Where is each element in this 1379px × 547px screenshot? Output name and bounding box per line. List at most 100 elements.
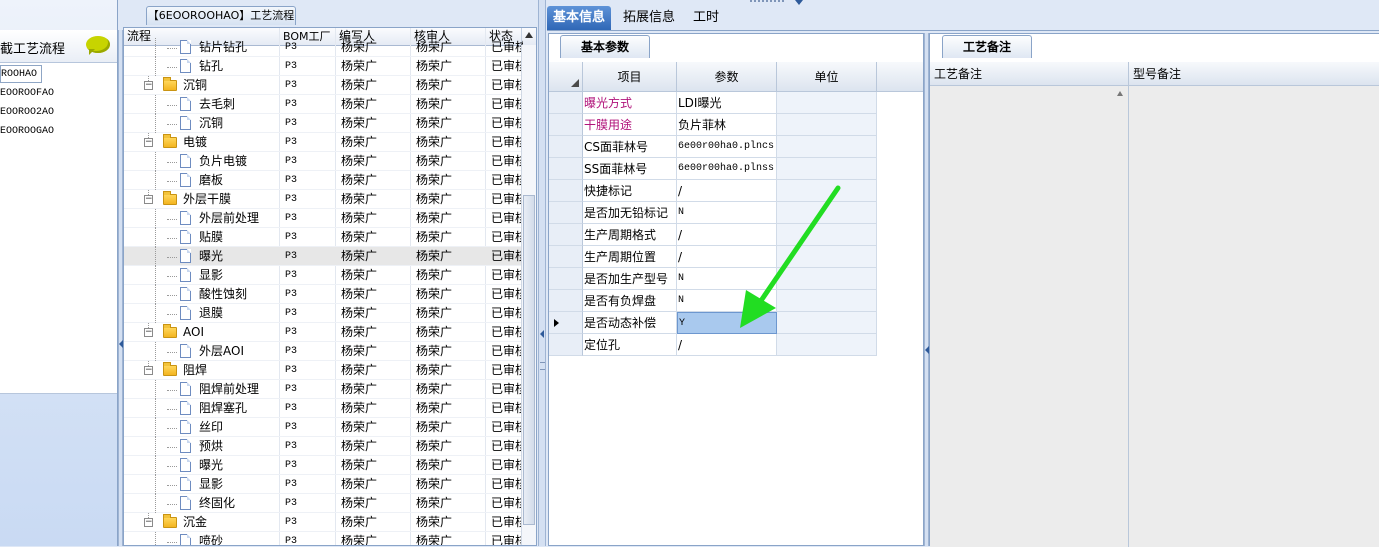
- list-item[interactable]: EOOROO2AO: [0, 104, 117, 122]
- model-notes-text[interactable]: [1129, 86, 1379, 547]
- param-row[interactable]: 曝光方式 LDI曝光: [549, 92, 923, 114]
- tree-row[interactable]: − 外层干膜 P3 杨荣广 杨荣广 已审核: [124, 190, 523, 209]
- row-indicator[interactable]: [549, 290, 583, 312]
- tree-row[interactable]: 终固化 P3 杨荣广 杨荣广 已审核: [124, 494, 523, 513]
- param-value[interactable]: N: [677, 290, 777, 312]
- collapse-node-icon[interactable]: −: [144, 328, 153, 337]
- param-row[interactable]: 是否加无铅标记 N: [549, 202, 923, 224]
- param-value[interactable]: Y: [677, 312, 777, 334]
- tab-basic-params[interactable]: 基本参数: [560, 35, 650, 58]
- middle-splitter[interactable]: [538, 0, 546, 546]
- param-unit[interactable]: [777, 246, 877, 268]
- chat-bubble-icon[interactable]: [86, 36, 110, 55]
- tree-row[interactable]: 喷砂 P3 杨荣广 杨荣广 已审核: [124, 532, 523, 545]
- row-indicator[interactable]: [549, 136, 583, 158]
- tree-row[interactable]: 曝光 P3 杨荣广 杨荣广 已审核: [124, 247, 523, 266]
- tab-basic-info[interactable]: 基本信息: [547, 6, 612, 30]
- tree-row[interactable]: − 电镀 P3 杨荣广 杨荣广 已审核: [124, 133, 523, 152]
- collapse-top-icon[interactable]: [795, 0, 803, 5]
- tree-row[interactable]: 阻焊前处理 P3 杨荣广 杨荣广 已审核: [124, 380, 523, 399]
- param-unit[interactable]: [777, 92, 877, 114]
- tree-row[interactable]: 磨板 P3 杨荣广 杨荣广 已审核: [124, 171, 523, 190]
- param-value[interactable]: 6e00r00ha0.plnss: [677, 158, 777, 180]
- param-unit[interactable]: [777, 136, 877, 158]
- row-indicator[interactable]: [549, 334, 583, 356]
- col-header-item[interactable]: 项目: [583, 62, 677, 92]
- param-row[interactable]: 生产周期位置 /: [549, 246, 923, 268]
- collapse-node-icon[interactable]: −: [144, 366, 153, 375]
- collapse-node-icon[interactable]: −: [144, 518, 153, 527]
- tree-row[interactable]: 退膜 P3 杨荣广 杨荣广 已审核: [124, 304, 523, 323]
- param-row[interactable]: 是否动态补偿 Y: [549, 312, 923, 334]
- tree-row[interactable]: 钻片钻孔 P3 杨荣广 杨荣广 已审核: [124, 38, 523, 57]
- param-value[interactable]: 负片菲林: [677, 114, 777, 136]
- scroll-up-icon[interactable]: [525, 32, 533, 38]
- col-header-unit[interactable]: 单位: [777, 62, 877, 92]
- tree-row[interactable]: 外层前处理 P3 杨荣广 杨荣广 已审核: [124, 209, 523, 228]
- collapse-node-icon[interactable]: −: [144, 195, 153, 204]
- param-value[interactable]: N: [677, 202, 777, 224]
- tree-row[interactable]: − 沉金 P3 杨荣广 杨荣广 已审核: [124, 513, 523, 532]
- param-unit[interactable]: [777, 224, 877, 246]
- row-indicator[interactable]: [549, 268, 583, 290]
- param-value[interactable]: LDI曝光: [677, 92, 777, 114]
- param-unit[interactable]: [777, 180, 877, 202]
- collapse-node-icon[interactable]: −: [144, 138, 153, 147]
- tab-work-hours[interactable]: 工时: [687, 6, 725, 30]
- row-indicator[interactable]: [549, 92, 583, 114]
- tree-row[interactable]: − AOI P3 杨荣广 杨荣广 已审核: [124, 323, 523, 342]
- param-unit[interactable]: [777, 158, 877, 180]
- param-value[interactable]: N: [677, 268, 777, 290]
- param-row[interactable]: 是否有负焊盘 N: [549, 290, 923, 312]
- param-unit[interactable]: [777, 312, 877, 334]
- list-item[interactable]: EOOROOFAO: [0, 85, 117, 103]
- param-value[interactable]: 6e00r00ha0.plncs: [677, 136, 777, 158]
- tree-row[interactable]: 阻焊塞孔 P3 杨荣广 杨荣广 已审核: [124, 399, 523, 418]
- tree-scrollbar[interactable]: [521, 32, 536, 545]
- row-indicator[interactable]: [549, 114, 583, 136]
- param-unit[interactable]: [777, 114, 877, 136]
- row-indicator[interactable]: [549, 224, 583, 246]
- param-row[interactable]: 定位孔 /: [549, 334, 923, 356]
- scroll-up-icon[interactable]: [1117, 91, 1123, 96]
- list-item[interactable]: ROOHAO: [0, 65, 42, 83]
- param-value[interactable]: /: [677, 224, 777, 246]
- row-indicator[interactable]: [549, 202, 583, 224]
- param-row[interactable]: 干膜用途 负片菲林: [549, 114, 923, 136]
- param-row[interactable]: 快捷标记 /: [549, 180, 923, 202]
- tree-row[interactable]: 酸性蚀刻 P3 杨荣广 杨荣广 已审核: [124, 285, 523, 304]
- tree-row[interactable]: − 沉铜 P3 杨荣广 杨荣广 已审核: [124, 76, 523, 95]
- param-value[interactable]: /: [677, 180, 777, 202]
- tree-row[interactable]: 贴膜 P3 杨荣广 杨荣广 已审核: [124, 228, 523, 247]
- param-value[interactable]: /: [677, 246, 777, 268]
- row-indicator[interactable]: [549, 180, 583, 202]
- param-value[interactable]: /: [677, 334, 777, 356]
- process-notes-text[interactable]: [930, 86, 1129, 547]
- param-row[interactable]: 生产周期格式 /: [549, 224, 923, 246]
- drag-grip-icon[interactable]: [750, 0, 784, 5]
- tree-row[interactable]: 外层AOI P3 杨荣广 杨荣广 已审核: [124, 342, 523, 361]
- param-unit[interactable]: [777, 268, 877, 290]
- list-item[interactable]: EOOROOGAO: [0, 123, 117, 141]
- row-indicator[interactable]: [549, 158, 583, 180]
- tree-row[interactable]: 显影 P3 杨荣广 杨荣广 已审核: [124, 475, 523, 494]
- tree-row[interactable]: 预烘 P3 杨荣广 杨荣广 已审核: [124, 437, 523, 456]
- row-indicator[interactable]: [549, 312, 583, 334]
- collapse-node-icon[interactable]: −: [144, 81, 153, 90]
- tab-extended-info[interactable]: 拓展信息: [617, 6, 681, 30]
- param-unit[interactable]: [777, 334, 877, 356]
- param-row[interactable]: CS面菲林号 6e00r00ha0.plncs: [549, 136, 923, 158]
- tree-row[interactable]: 沉铜 P3 杨荣广 杨荣广 已审核: [124, 114, 523, 133]
- tree-row[interactable]: − 阻焊 P3 杨荣广 杨荣广 已审核: [124, 361, 523, 380]
- tree-row[interactable]: 显影 P3 杨荣广 杨荣广 已审核: [124, 266, 523, 285]
- tree-row[interactable]: 曝光 P3 杨荣广 杨荣广 已审核: [124, 456, 523, 475]
- param-unit[interactable]: [777, 290, 877, 312]
- param-unit[interactable]: [777, 202, 877, 224]
- param-row[interactable]: 是否加生产型号 N: [549, 268, 923, 290]
- param-row[interactable]: SS面菲林号 6e00r00ha0.plnss: [549, 158, 923, 180]
- col-header-value[interactable]: 参数: [677, 62, 777, 92]
- scrollbar-thumb[interactable]: [523, 195, 535, 525]
- tree-row[interactable]: 负片电镀 P3 杨荣广 杨荣广 已审核: [124, 152, 523, 171]
- tab-process-notes[interactable]: 工艺备注: [942, 35, 1032, 58]
- tree-row[interactable]: 丝印 P3 杨荣广 杨荣广 已审核: [124, 418, 523, 437]
